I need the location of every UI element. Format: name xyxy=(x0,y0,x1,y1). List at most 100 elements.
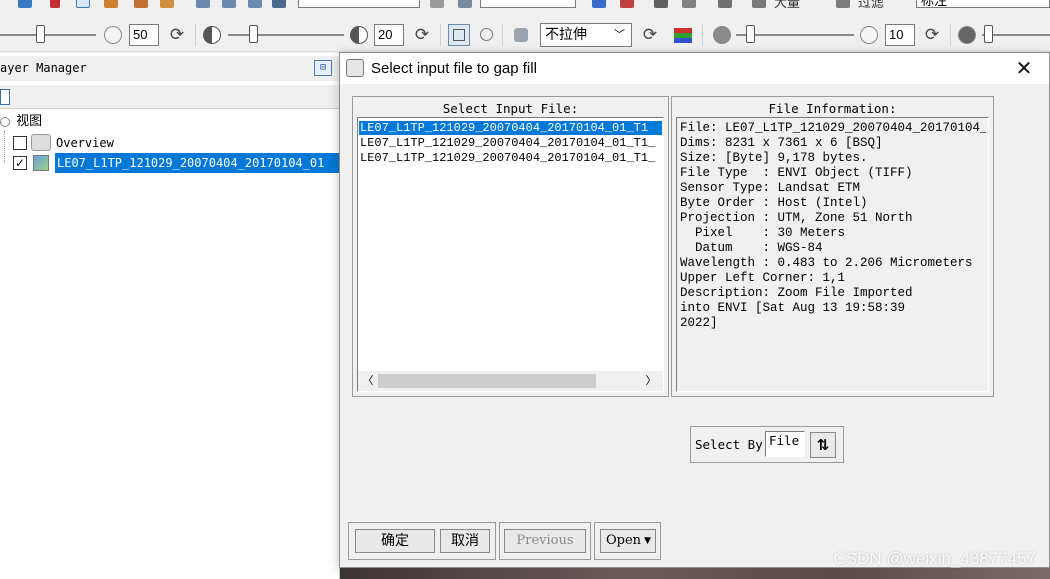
scroll-right-icon[interactable]: 〉 xyxy=(643,373,659,389)
crosshair-icon[interactable] xyxy=(620,0,634,8)
vector-icon[interactable] xyxy=(682,0,696,8)
tree-line xyxy=(4,131,5,163)
zoom-out-icon[interactable] xyxy=(222,0,236,8)
watermark: CSDN @weixin_43877457 xyxy=(833,549,1036,568)
stretch-select-value: 不拉伸 xyxy=(545,27,587,43)
scroll-left-icon[interactable]: 〈 xyxy=(360,373,376,389)
rotation-input[interactable] xyxy=(480,0,576,8)
pyramid-icon[interactable] xyxy=(430,0,444,8)
toolbar-divider xyxy=(195,24,196,46)
check-all-icon[interactable] xyxy=(0,89,10,105)
overview-checkbox[interactable] xyxy=(13,136,27,150)
info-line: Upper Left Corner: 1,1 xyxy=(680,271,846,285)
toolbar-divider xyxy=(502,24,503,46)
stretch-icon[interactable] xyxy=(510,24,532,46)
view-icon xyxy=(0,116,10,127)
file-list-item[interactable]: LE07_L1TP_121029_20070404_20170104_01_T1 xyxy=(359,121,662,135)
file-list-item[interactable]: LE07_L1TP_121029_20070404_20170104_01_T1… xyxy=(359,136,662,150)
layer-checkbox[interactable]: ✓ xyxy=(13,156,27,170)
previous-group: Previous xyxy=(499,522,591,560)
top-toolbar: 大量 过滤 标注 xyxy=(0,0,1050,12)
select-by-frame: Select By File ⇅ xyxy=(690,426,844,463)
toolbar-label-3: 标注 xyxy=(921,0,948,9)
cancel-button[interactable]: 取消 xyxy=(440,529,490,553)
zoom-in-icon[interactable] xyxy=(196,0,210,8)
overview-label[interactable]: Overview xyxy=(56,133,114,153)
opacity-icon xyxy=(958,26,976,44)
transparency-reset-icon[interactable]: ⟳ xyxy=(922,25,942,45)
open-button[interactable]: Open ▼ xyxy=(600,529,656,553)
layer-icon[interactable] xyxy=(18,0,32,8)
file-info-lines: File: LE07_L1TP_121029_20070404_20170104… xyxy=(680,121,986,331)
fit-icon[interactable] xyxy=(272,0,286,8)
layer-item[interactable]: LE07_L1TP_121029_20070404_20170104_01 xyxy=(55,153,339,173)
brightness-slider-track[interactable] xyxy=(0,34,96,36)
zoom-extent-icon[interactable] xyxy=(476,24,498,46)
toolbar-label-2: 过滤 xyxy=(858,0,885,11)
pencil-icon[interactable] xyxy=(752,0,766,8)
scrollbar-thumb[interactable] xyxy=(378,374,596,388)
transparency-icon xyxy=(860,26,878,44)
brightness-slider-thumb[interactable] xyxy=(36,25,45,43)
toolbar-divider xyxy=(950,24,951,46)
info-line: Byte Order : Host (Intel) xyxy=(680,196,868,210)
zoom-icon[interactable] xyxy=(160,0,174,8)
select-by-label: Select By xyxy=(695,437,763,452)
sharpen-slider-thumb[interactable] xyxy=(746,25,755,43)
open-group: Open ▼ xyxy=(594,522,661,560)
contrast-icon-right xyxy=(350,26,368,44)
close-icon[interactable]: ✕ xyxy=(1015,58,1033,78)
info-line: Size: [Byte] 9,178 bytes. xyxy=(680,151,868,165)
file-list[interactable]: LE07_L1TP_121029_20070404_20170104_01_T1… xyxy=(357,117,664,392)
ok-button[interactable]: 确定 xyxy=(355,529,435,553)
info-line: File Type : ENVI Object (TIFF) xyxy=(680,166,913,180)
dialog-title: Select input file to gap fill xyxy=(371,60,537,77)
horizontal-scrollbar[interactable]: 〈 〉 xyxy=(358,371,663,391)
dock-icon[interactable]: ⊟ xyxy=(314,60,332,76)
file-info-title: File Information: xyxy=(768,101,897,116)
zoom-fixed-icon[interactable] xyxy=(248,0,262,8)
brightness-reset-icon[interactable]: ⟳ xyxy=(167,25,187,45)
tree-root-label: 视图 xyxy=(16,114,43,129)
transparency-input[interactable]: 10 xyxy=(885,24,915,46)
contrast-slider-track[interactable] xyxy=(228,34,344,36)
chevron-down-icon: ﹀ xyxy=(614,28,625,41)
zoom-input[interactable] xyxy=(298,0,420,8)
color-table-icon[interactable] xyxy=(672,24,694,46)
opacity-slider-thumb[interactable] xyxy=(984,25,993,43)
file-list-item[interactable]: LE07_L1TP_121029_20070404_20170104_01_T1… xyxy=(359,151,662,165)
annotation-icon[interactable] xyxy=(718,0,732,8)
info-line: Projection : UTM, Zone 51 North xyxy=(680,211,913,225)
stretch-select[interactable]: 不拉伸 ﹀ xyxy=(540,23,632,47)
brightness-icon xyxy=(104,26,122,44)
layer-manager-title: ayer Manager xyxy=(0,61,87,75)
previous-button[interactable]: Previous xyxy=(504,529,586,553)
toolbar-divider xyxy=(440,24,441,46)
contrast-icon xyxy=(203,26,221,44)
pin-icon[interactable] xyxy=(50,0,60,8)
toolbar-combo[interactable]: 标注 xyxy=(916,0,1050,9)
gap-fill-dialog: Select input file to gap fill ✕ Select I… xyxy=(339,52,1050,568)
raster-icon xyxy=(33,155,49,171)
filter-icon[interactable] xyxy=(836,0,850,8)
contrast-reset-icon[interactable]: ⟳ xyxy=(412,25,432,45)
select-input-frame: Select Input File: LE07_L1TP_121029_2007… xyxy=(352,96,669,397)
toolbar-divider xyxy=(702,24,703,46)
stretch-reset-icon[interactable]: ⟳ xyxy=(640,25,660,45)
rotate-view-icon[interactable] xyxy=(458,0,472,8)
select-by-field[interactable]: File xyxy=(765,431,805,457)
toolbar-label-1: 大量 xyxy=(774,0,801,11)
brightness-input[interactable]: 50 xyxy=(129,24,159,46)
info-line: 2022] xyxy=(680,316,718,330)
cursor-value-icon[interactable] xyxy=(592,0,606,8)
contrast-input[interactable]: 20 xyxy=(374,24,404,46)
measure-icon[interactable] xyxy=(654,0,668,8)
rotate-icon[interactable] xyxy=(134,0,148,8)
open-button-label: Open xyxy=(606,533,642,548)
tree-root-view[interactable]: 视图 xyxy=(0,112,42,132)
full-extent-icon[interactable] xyxy=(448,24,470,46)
sort-toggle-icon[interactable]: ⇅ xyxy=(810,432,836,458)
select-cursor-icon[interactable] xyxy=(76,0,90,8)
pan-hand-icon[interactable] xyxy=(104,0,118,8)
contrast-slider-thumb[interactable] xyxy=(249,25,258,43)
